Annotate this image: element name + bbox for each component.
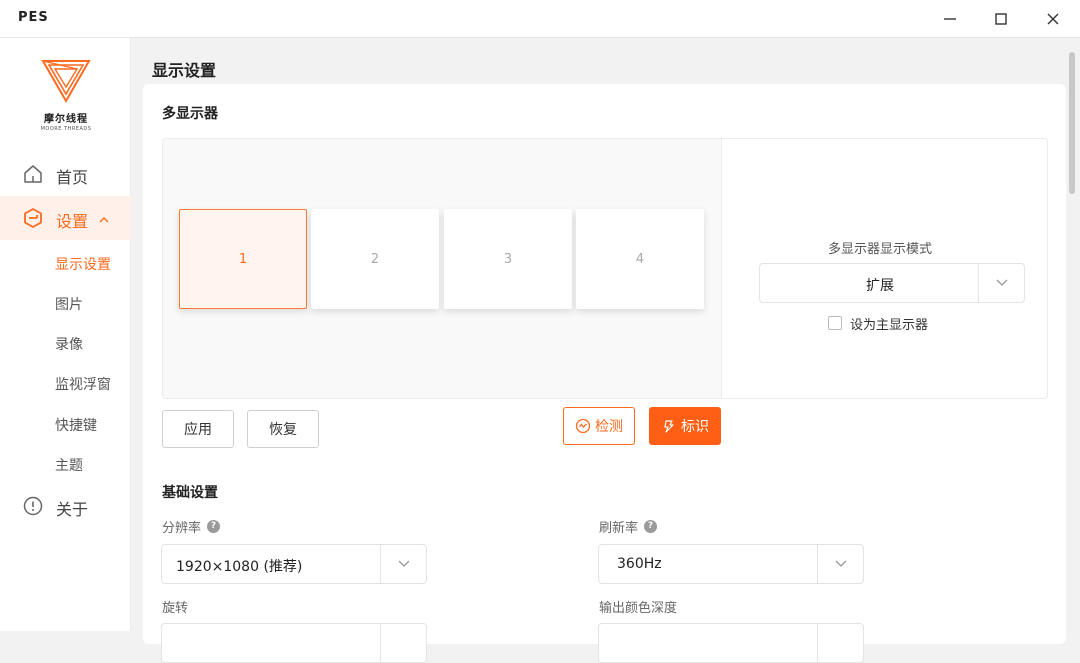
restore-button[interactable]: 恢复: [247, 410, 319, 448]
monitor-tile-1[interactable]: 1: [179, 209, 307, 309]
sidebar-subitem-hotkeys[interactable]: 快捷键: [55, 415, 97, 435]
identify-icon: [664, 420, 674, 433]
chevron-up-icon: [98, 211, 110, 223]
settings-card: 多显示器 1 2 3 4 多显示器显示模式 扩展 设为主显示器 应用 恢复 检测…: [143, 84, 1066, 663]
display-mode-value: 扩展: [866, 278, 894, 294]
info-icon: [22, 495, 44, 517]
color-depth-label: 输出颜色深度: [599, 601, 678, 616]
sidebar-subitem-pictures[interactable]: 图片: [55, 294, 83, 314]
apply-button[interactable]: 应用: [162, 410, 234, 448]
rotation-select[interactable]: [161, 623, 427, 663]
help-icon[interactable]: ?: [644, 520, 658, 533]
sidebar-subitem-recording[interactable]: 录像: [55, 334, 83, 354]
page-title: 显示设置: [152, 61, 217, 80]
sidebar-subitem-monitor-overlay[interactable]: 监视浮窗: [55, 374, 111, 394]
refresh-rate-value: 360Hz: [617, 556, 662, 572]
chevron-down-icon: [978, 264, 1024, 302]
sidebar-subitem-theme[interactable]: 主题: [55, 455, 83, 475]
settings-icon: [22, 207, 44, 229]
sidebar-item-label: 设置: [56, 212, 89, 231]
brand-name-en: MOORE THREADS: [40, 126, 92, 132]
close-icon[interactable]: [1040, 6, 1066, 32]
sidebar: 摩尔线程 MOORE THREADS 首页 设置 显示设置 图片 录像 监视浮窗…: [0, 38, 131, 631]
scrollbar[interactable]: [1068, 48, 1076, 631]
primary-display-label: 设为主显示器: [850, 318, 929, 333]
brand-name-cn: 摩尔线程: [44, 114, 88, 125]
sidebar-subitem-display[interactable]: 显示设置: [55, 254, 111, 274]
display-mode-select[interactable]: 扩展: [759, 263, 1025, 303]
refresh-rate-select[interactable]: 360Hz: [598, 544, 864, 584]
resolution-label-text: 分辨率: [162, 521, 202, 536]
refresh-rate-label: 刷新率 ?: [599, 517, 658, 536]
resolution-select[interactable]: 1920×1080 (推荐): [161, 544, 427, 584]
chevron-down-icon: [817, 545, 863, 583]
maximize-icon[interactable]: [988, 6, 1014, 32]
moore-threads-logo-icon: [41, 60, 91, 104]
detect-icon: [575, 418, 591, 434]
display-mode-label: 多显示器显示模式: [828, 242, 933, 257]
sidebar-item-home[interactable]: 首页: [0, 152, 131, 196]
primary-display-checkbox[interactable]: [828, 316, 842, 330]
main-content: 显示设置 多显示器 1 2 3 4 多显示器显示模式 扩展 设为主显示器 应用 …: [131, 38, 1080, 663]
help-icon[interactable]: ?: [207, 520, 221, 533]
app-title: PES: [18, 10, 49, 25]
chevron-down-icon: [380, 624, 426, 662]
color-depth-select[interactable]: [598, 623, 864, 663]
detect-button[interactable]: 检测: [563, 407, 635, 445]
sidebar-item-label: 关于: [56, 500, 89, 519]
chevron-down-icon: [817, 624, 863, 662]
display-mode-pane: 多显示器显示模式 扩展 设为主显示器: [722, 139, 1047, 398]
resolution-value: 1920×1080 (推荐): [176, 559, 303, 575]
rotation-label: 旋转: [162, 601, 189, 616]
identify-button-label: 标识: [681, 419, 709, 435]
monitor-tile-3[interactable]: 3: [444, 209, 572, 309]
identify-button[interactable]: 标识: [649, 407, 721, 445]
resolution-label: 分辨率 ?: [162, 517, 221, 536]
multi-display-title: 多显示器: [162, 106, 218, 122]
monitor-layout-panel: 1 2 3 4 多显示器显示模式 扩展 设为主显示器: [162, 138, 1048, 399]
brand-logo: 摩尔线程 MOORE THREADS: [36, 58, 96, 136]
minimize-icon[interactable]: [937, 6, 963, 32]
sidebar-item-about[interactable]: 关于: [0, 484, 131, 528]
sidebar-item-settings[interactable]: 设置: [0, 196, 131, 240]
monitor-tile-4[interactable]: 4: [576, 209, 704, 309]
title-bar: PES: [0, 0, 1080, 38]
basic-settings-title: 基础设置: [162, 485, 218, 501]
chevron-down-icon: [380, 545, 426, 583]
detect-button-label: 检测: [595, 419, 623, 435]
home-icon: [22, 163, 44, 185]
sidebar-item-label: 首页: [56, 168, 89, 187]
monitor-tile-2[interactable]: 2: [311, 209, 439, 309]
refresh-rate-label-text: 刷新率: [599, 521, 639, 536]
scrollbar-thumb[interactable]: [1069, 52, 1075, 194]
